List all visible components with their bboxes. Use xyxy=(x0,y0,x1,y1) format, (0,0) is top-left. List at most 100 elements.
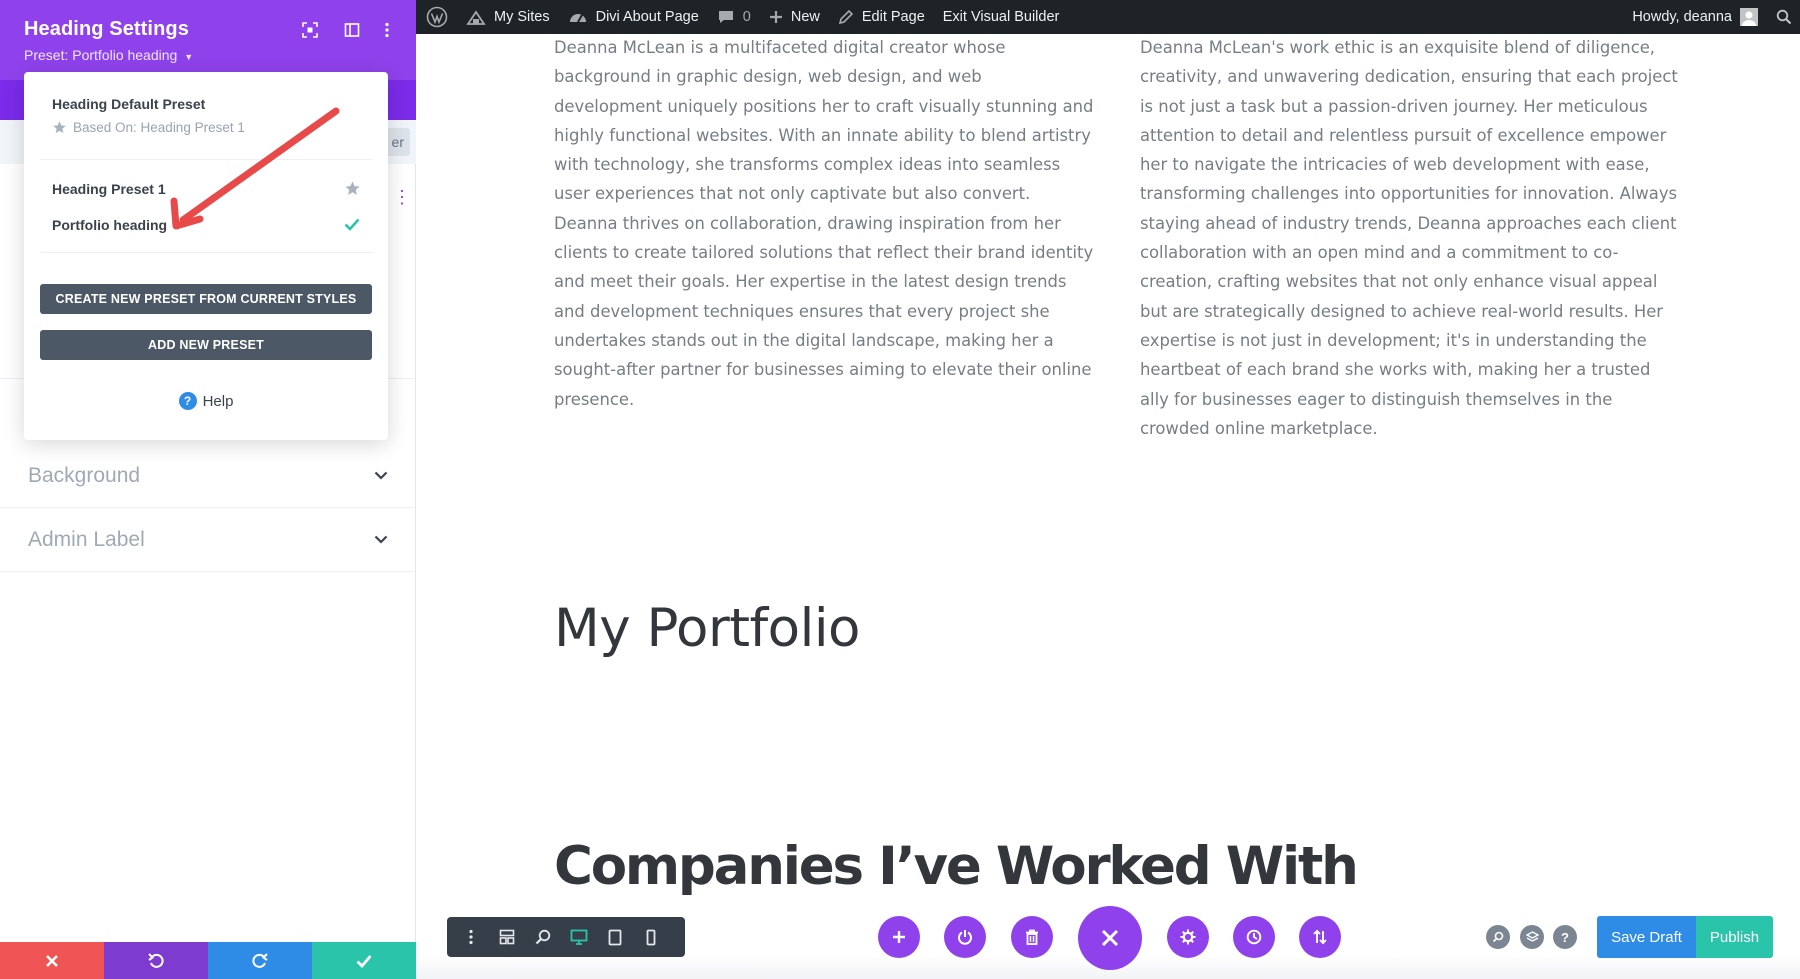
panel-header: Heading Settings Preset: Portfolio headi… xyxy=(0,0,416,80)
layout-icon xyxy=(499,929,515,945)
add-preset-button[interactable]: ADD NEW PRESET xyxy=(40,330,372,360)
toggle-label: Background xyxy=(28,463,141,487)
undo-icon xyxy=(148,952,164,969)
tablet-view-button[interactable] xyxy=(597,917,633,957)
sidebar-icon xyxy=(344,22,360,38)
history-icon xyxy=(1246,929,1262,945)
based-on-label: Based On: Heading Preset 1 xyxy=(73,120,245,135)
portfolio-heading[interactable]: My Portfolio xyxy=(554,598,860,659)
save-draft-button[interactable]: Save Draft xyxy=(1597,916,1696,958)
undo-button[interactable] xyxy=(104,942,208,979)
add-icon xyxy=(892,930,906,944)
save-settings-button[interactable] xyxy=(312,942,416,979)
search-icon xyxy=(1492,931,1504,943)
panel-title: Heading Settings xyxy=(24,18,189,40)
add-module-button[interactable] xyxy=(878,916,920,958)
close-settings-button[interactable] xyxy=(1078,906,1142,970)
heading-settings-panel: Heading Settings Preset: Portfolio headi… xyxy=(0,0,416,979)
edit-page-link[interactable]: Edit Page xyxy=(829,0,934,34)
delete-module-button[interactable] xyxy=(1011,916,1053,958)
desktop-view-button[interactable] xyxy=(561,917,597,957)
layers-icon xyxy=(1525,930,1539,944)
exit-builder-label: Exit Visual Builder xyxy=(942,9,1060,25)
sites-icon xyxy=(466,8,486,26)
trash-icon xyxy=(1025,929,1039,945)
new-content-menu[interactable]: New xyxy=(760,0,829,34)
redo-button[interactable] xyxy=(208,942,312,979)
default-preset-item[interactable]: Heading Default Preset xyxy=(52,96,205,112)
preset-item-heading-preset-1[interactable]: Heading Preset 1 xyxy=(52,181,166,197)
sort-icon xyxy=(1312,929,1328,945)
zoom-icon xyxy=(535,929,551,945)
search-icon xyxy=(1776,9,1792,25)
account-menu[interactable]: Howdy, deanna xyxy=(1623,0,1767,34)
phone-view-button[interactable] xyxy=(633,917,669,957)
layers-button[interactable] xyxy=(1520,925,1544,949)
about-text-right: Deanna McLean's work ethic is an exquisi… xyxy=(1140,38,1678,438)
star-icon[interactable] xyxy=(344,180,361,202)
site-name-menu[interactable]: Divi About Page xyxy=(559,0,708,34)
publish-button[interactable]: Publish xyxy=(1696,916,1773,958)
panel-options-button[interactable] xyxy=(375,18,399,42)
help-link[interactable]: ? Help xyxy=(24,392,388,410)
comments-menu[interactable]: 0 xyxy=(708,0,760,34)
builder-help-button[interactable]: ? xyxy=(1553,925,1577,949)
create-preset-button[interactable]: CREATE NEW PRESET FROM CURRENT STYLES xyxy=(40,284,372,314)
exit-visual-builder-link[interactable]: Exit Visual Builder xyxy=(934,0,1069,34)
new-label: New xyxy=(790,9,820,25)
zoom-view-button[interactable] xyxy=(525,917,561,957)
question-icon: ? xyxy=(1561,929,1569,945)
toggle-admin-label[interactable]: Admin Label xyxy=(0,508,416,572)
dashboard-icon xyxy=(568,8,588,26)
help-label: Help xyxy=(202,392,234,410)
avatar xyxy=(1740,8,1758,26)
comment-icon xyxy=(717,9,735,25)
module-options-icon[interactable]: ⋮ xyxy=(393,188,411,206)
check-icon xyxy=(343,215,361,238)
wp-admin-bar: My Sites Divi About Page 0 New Edit Page xyxy=(416,0,1800,34)
close-icon xyxy=(45,954,59,968)
site-name-label: Divi About Page xyxy=(595,9,699,25)
dropdown-divider xyxy=(40,252,372,253)
my-sites-label: My Sites xyxy=(494,9,550,25)
visual-builder-screen: My Sites Divi About Page 0 New Edit Page xyxy=(0,0,1800,979)
chevron-down-icon xyxy=(374,471,388,480)
gear-icon xyxy=(1180,929,1196,945)
preset-selector[interactable]: Preset: Portfolio heading ▼ xyxy=(24,47,193,63)
disable-module-button[interactable] xyxy=(944,916,986,958)
edit-page-label: Edit Page xyxy=(861,9,925,25)
check-icon xyxy=(356,954,372,968)
find-replace-button[interactable] xyxy=(1486,925,1510,949)
redo-icon xyxy=(252,952,268,969)
builder-options-button[interactable] xyxy=(453,917,489,957)
history-button[interactable] xyxy=(1233,916,1275,958)
star-icon xyxy=(52,120,67,135)
wordpress-icon xyxy=(426,6,448,28)
chevron-down-icon xyxy=(374,535,388,544)
preset-item-portfolio-heading[interactable]: Portfolio heading xyxy=(52,217,167,233)
dropdown-divider xyxy=(40,159,372,160)
power-icon xyxy=(957,929,973,945)
page-settings-button[interactable] xyxy=(1167,916,1209,958)
kebab-icon xyxy=(384,22,390,38)
admin-search-button[interactable] xyxy=(1767,0,1800,34)
about-text-left: Deanna McLean is a multifaceted digital … xyxy=(554,38,1094,409)
companies-heading[interactable]: Companies I’ve Worked With xyxy=(554,836,1359,897)
snap-panel-button[interactable] xyxy=(340,18,364,42)
close-icon xyxy=(1100,928,1120,948)
desktop-icon xyxy=(570,929,588,945)
howdy-label: Howdy, deanna xyxy=(1632,9,1732,25)
expand-modal-button[interactable] xyxy=(298,18,322,42)
comments-count: 0 xyxy=(742,9,751,25)
tablet-icon xyxy=(608,929,622,946)
phone-icon xyxy=(646,929,656,946)
help-icon: ? xyxy=(178,392,197,410)
portability-button[interactable] xyxy=(1299,916,1341,958)
preset-dropdown: Heading Default Preset Based On: Heading… xyxy=(24,72,388,440)
discard-button[interactable] xyxy=(0,942,104,979)
my-sites-menu[interactable]: My Sites xyxy=(457,0,559,34)
kebab-icon xyxy=(468,929,474,945)
wireframe-view-button[interactable] xyxy=(489,917,525,957)
wordpress-logo-button[interactable] xyxy=(416,0,457,34)
toggle-background[interactable]: Background xyxy=(0,444,416,508)
